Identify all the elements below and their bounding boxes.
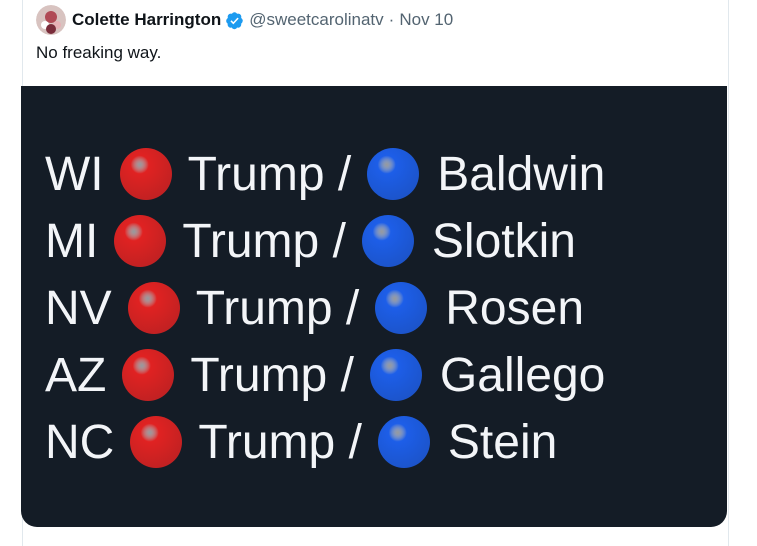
tweet-header: Colette Harrington @sweetcarolinatv · No…: [36, 5, 453, 35]
state-label: MI: [45, 214, 99, 268]
verified-badge-icon: [226, 11, 244, 29]
red-circle-icon: [127, 282, 180, 334]
presidential-label: Trump /: [182, 214, 346, 268]
red-circle-icon: [122, 349, 175, 401]
avatar-image: [36, 5, 66, 35]
blue-circle-icon: [367, 148, 420, 200]
list-item: AZ Trump / Gallego: [45, 344, 605, 406]
red-circle-icon: [119, 148, 172, 200]
tweet-text: No freaking way.: [36, 43, 162, 62]
list-item: NV Trump / Rosen: [45, 277, 584, 339]
senate-label: Rosen: [445, 281, 585, 335]
blue-circle-icon: [375, 282, 428, 334]
author-handle[interactable]: @sweetcarolinatv: [249, 10, 383, 30]
presidential-label: Trump /: [195, 281, 360, 335]
meta-separator: ·: [388, 10, 395, 29]
list-item: NC Trump / Stein: [45, 411, 557, 473]
presidential-label: Trump /: [198, 415, 362, 469]
list-item: WI Trump / Baldwin: [45, 143, 605, 205]
state-label: AZ: [45, 348, 107, 402]
blue-circle-icon: [361, 215, 414, 267]
presidential-label: Trump /: [190, 348, 354, 402]
tweet-media-image[interactable]: WI Trump / Baldwin MI Trump / Slotkin NV Trump …: [21, 86, 727, 527]
state-label: NC: [45, 415, 115, 469]
senate-label: Slotkin: [431, 214, 576, 268]
tweet-date[interactable]: Nov 10: [399, 10, 453, 30]
list-item: MI Trump / Slotkin: [45, 210, 576, 272]
presidential-label: Trump /: [187, 147, 352, 201]
state-label: NV: [45, 281, 112, 335]
avatar[interactable]: [36, 5, 66, 35]
state-label: WI: [45, 147, 104, 201]
author-name[interactable]: Colette Harrington: [72, 10, 221, 30]
red-circle-icon: [114, 215, 167, 267]
blue-circle-icon: [369, 349, 422, 401]
blue-circle-icon: [377, 416, 430, 468]
senate-label: Baldwin: [437, 147, 606, 201]
senate-label: Gallego: [439, 348, 606, 402]
senate-label: Stein: [447, 415, 558, 469]
red-circle-icon: [130, 416, 183, 468]
